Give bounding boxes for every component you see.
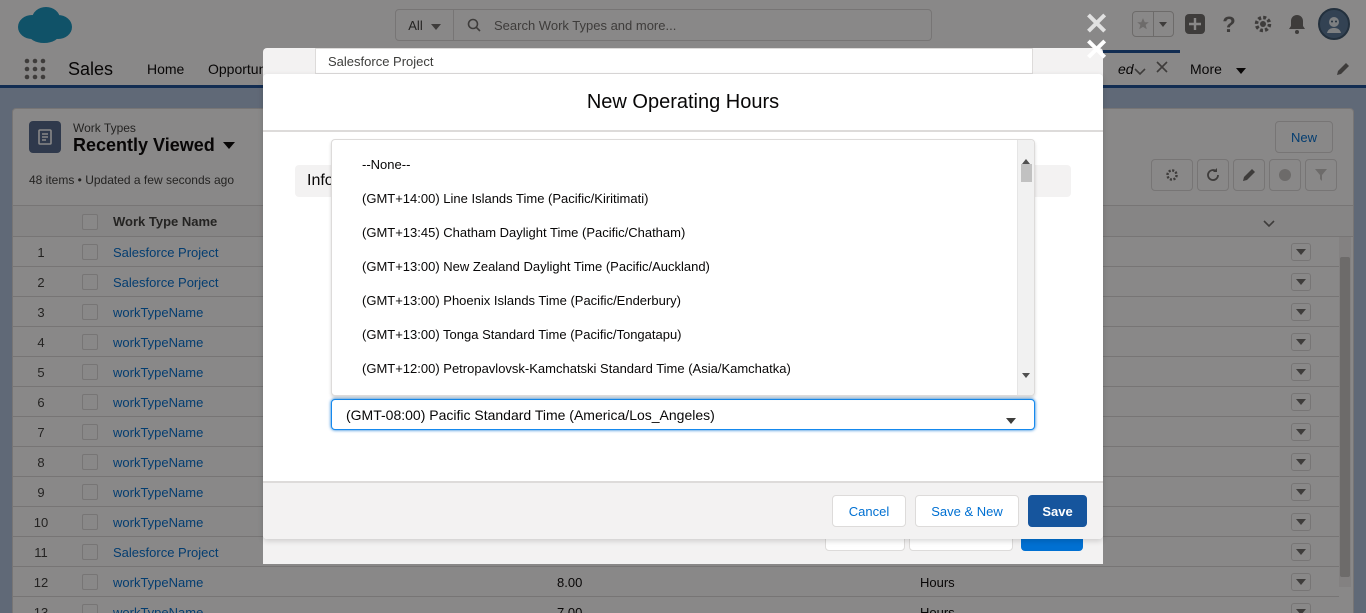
option-enderbury[interactable]: (GMT+13:00) Phoenix Islands Time (Pacifi… <box>362 293 681 308</box>
modal-header: New Operating Hours <box>263 74 1103 132</box>
parent-work-type-field: Salesforce Project <box>315 48 1033 74</box>
cancel-button[interactable]: Cancel <box>832 495 906 527</box>
save-and-new-button[interactable]: Save & New <box>915 495 1019 527</box>
chevron-down-icon <box>1006 411 1016 427</box>
modal-title: New Operating Hours <box>586 90 780 113</box>
scroll-down-arrow-icon[interactable] <box>1022 366 1030 381</box>
option-chatham[interactable]: (GMT+13:45) Chatham Daylight Time (Pacif… <box>362 225 685 240</box>
option-kiritimati[interactable]: (GMT+14:00) Line Islands Time (Pacific/K… <box>362 191 648 206</box>
time-zone-select[interactable]: (GMT-08:00) Pacific Standard Time (Ameri… <box>331 399 1035 430</box>
option-tongatapu[interactable]: (GMT+13:00) Tonga Standard Time (Pacific… <box>362 327 682 342</box>
save-button[interactable]: Save <box>1028 495 1087 527</box>
listbox-scrollbar[interactable] <box>1017 140 1034 395</box>
option-none[interactable]: --None-- <box>362 157 410 172</box>
close-modal-icon[interactable]: ✕ <box>1084 36 1109 66</box>
time-zone-value: (GMT-08:00) Pacific Standard Time (Ameri… <box>346 406 715 423</box>
time-zone-listbox[interactable]: --None-- (GMT+14:00) Line Islands Time (… <box>331 139 1035 396</box>
modal-footer: Cancel Save & New Save <box>263 481 1103 539</box>
option-auckland[interactable]: (GMT+13:00) New Zealand Daylight Time (P… <box>362 259 710 274</box>
option-kamchatka[interactable]: (GMT+12:00) Petropavlovsk-Kamchatski Sta… <box>362 361 791 376</box>
scrollbar-thumb[interactable] <box>1021 164 1032 182</box>
